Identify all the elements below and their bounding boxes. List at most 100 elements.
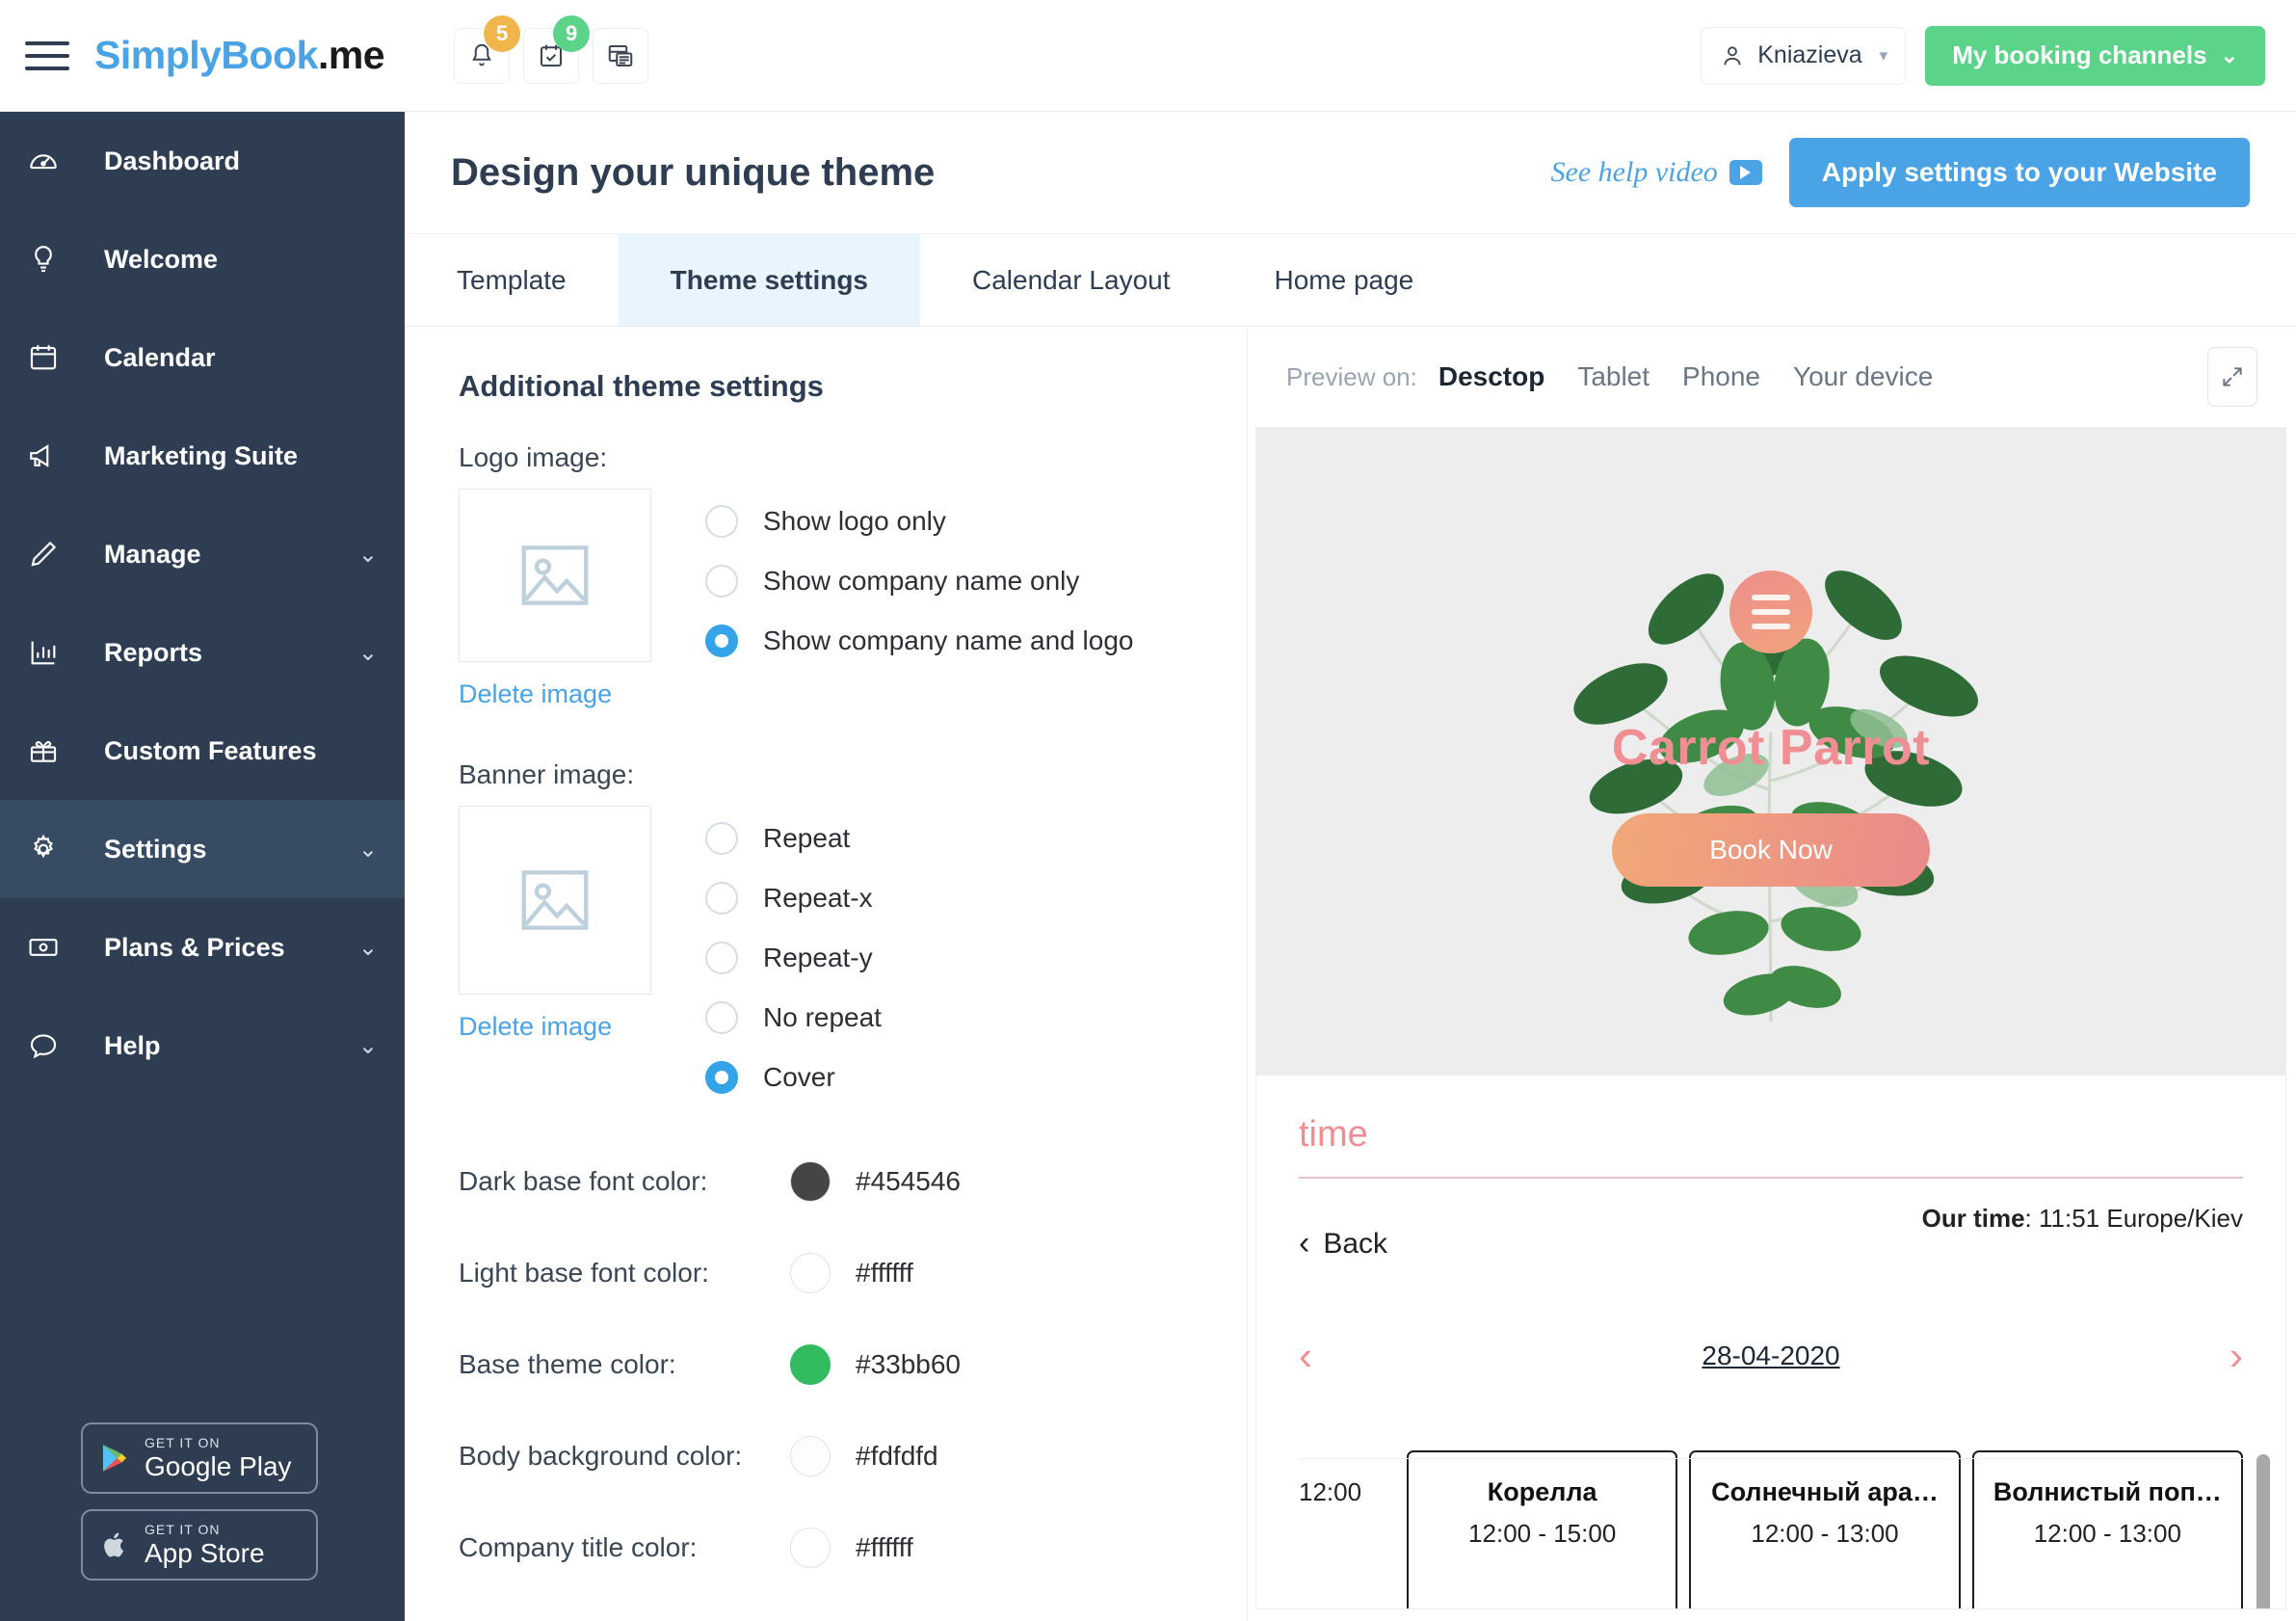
banner-option-repeat[interactable]: Repeat xyxy=(705,813,882,864)
chevron-left-icon: ‹ xyxy=(1299,1225,1310,1262)
preview-panel: Preview on: Desctop Tablet Phone Your de… xyxy=(1248,327,2296,1621)
radio-dot-selected xyxy=(705,624,738,657)
preview-time-column: 12:00 12:15 xyxy=(1299,1437,1407,1609)
see-help-video-link[interactable]: See help video xyxy=(1551,156,1762,189)
sidebar-item-plans-prices[interactable]: Plans & Prices ⌄ xyxy=(0,898,405,997)
banner-option-repeat-y[interactable]: Repeat-y xyxy=(705,933,882,983)
banner-delete-image-link[interactable]: Delete image xyxy=(459,1012,612,1042)
color-swatch[interactable] xyxy=(790,1435,831,1476)
slot-time: 12:00 - 15:00 xyxy=(1468,1519,1617,1548)
color-label: Company title color: xyxy=(459,1531,698,1562)
app-store-badge[interactable]: GET IT ON App Store xyxy=(81,1509,318,1581)
slot-name: Волнистый поп… xyxy=(1993,1477,2222,1506)
sidebar-item-dashboard[interactable]: Dashboard xyxy=(0,112,405,210)
page-header-actions: See help video Apply settings to your We… xyxy=(1551,138,2250,207)
banner-radio-group: Repeat Repeat-x Repeat-y No repeat Cover xyxy=(705,806,882,1103)
bell-icon-button[interactable]: 5 xyxy=(454,14,521,84)
color-swatch[interactable] xyxy=(790,1343,831,1385)
hamburger-icon[interactable] xyxy=(25,37,69,75)
news-icon xyxy=(608,44,633,66)
brand-logo[interactable]: SimplyBook .me xyxy=(94,33,385,78)
date-prev-arrow[interactable]: ‹ xyxy=(1299,1333,1312,1379)
tab-home-page[interactable]: Home page xyxy=(1223,234,1466,326)
sidebar-item-custom-features[interactable]: Custom Features xyxy=(0,702,405,800)
tab-template[interactable]: Template xyxy=(405,234,619,326)
booking-channels-button[interactable]: My booking channels ⌄ xyxy=(1925,25,2265,86)
color-swatch[interactable] xyxy=(790,1252,831,1293)
radio-label: No repeat xyxy=(763,1002,882,1032)
sidebar-item-calendar[interactable]: Calendar xyxy=(0,308,405,407)
expand-preview-button[interactable] xyxy=(2207,347,2257,407)
color-swatch[interactable] xyxy=(790,1527,831,1568)
banner-option-no-repeat[interactable]: No repeat xyxy=(705,993,882,1043)
time-label: 12:15 xyxy=(1299,1608,1407,1609)
sidebar-item-label: Help xyxy=(104,1030,161,1060)
preview-our-time: Our time: 11:51 Europe/Kiev xyxy=(1921,1204,2243,1233)
user-menu-button[interactable]: Kniazieva ▾ xyxy=(1701,26,1907,85)
banner-option-cover[interactable]: Cover xyxy=(705,1052,882,1103)
our-time-value: 11:51 Europe/Kiev xyxy=(2039,1204,2243,1233)
tab-bar: Template Theme settings Calendar Layout … xyxy=(405,234,2296,327)
sidebar-item-label: Plans & Prices xyxy=(104,932,285,962)
preview-scrollbar-thumb[interactable] xyxy=(2256,1454,2270,1608)
sidebar-item-label: Manage xyxy=(104,539,201,569)
sidebar-item-help[interactable]: Help ⌄ xyxy=(0,997,405,1095)
google-play-badge[interactable]: GET IT ON Google Play xyxy=(81,1422,318,1494)
color-swatch[interactable] xyxy=(790,1160,831,1202)
color-label: Body background color: xyxy=(459,1440,743,1471)
logo-option-show-company-name-only[interactable]: Show company name only xyxy=(705,556,1133,606)
radio-label: Show logo only xyxy=(763,506,946,536)
preview-slot-area: 12:00 12:15 Корелла 12:00 - 15:00 Солнеч… xyxy=(1299,1437,2270,1609)
booking-slot-card[interactable]: Волнистый поп… 12:00 - 13:00 xyxy=(1971,1450,2243,1608)
booking-slot-card[interactable]: Корелла 12:00 - 15:00 xyxy=(1407,1450,1678,1608)
preview-menu-button[interactable] xyxy=(1729,571,1812,653)
apply-settings-button[interactable]: Apply settings to your Website xyxy=(1788,138,2250,207)
tab-calendar-layout[interactable]: Calendar Layout xyxy=(920,234,1222,326)
logo-delete-image-link[interactable]: Delete image xyxy=(459,679,612,709)
preview-device-phone[interactable]: Phone xyxy=(1682,361,1760,392)
expand-icon xyxy=(2223,367,2242,386)
sidebar: Dashboard Welcome Calendar Marketing Sui… xyxy=(0,112,405,1621)
date-next-arrow[interactable]: › xyxy=(2230,1333,2243,1379)
slot-time: 12:00 - 13:00 xyxy=(1751,1519,1899,1548)
logo-option-show-company-name-and-logo[interactable]: Show company name and logo xyxy=(705,616,1133,666)
preview-banner: Carrot Parrot Book Now xyxy=(1256,428,2285,1076)
tab-theme-settings[interactable]: Theme settings xyxy=(618,234,921,326)
preview-slot-grid: Корелла 12:00 - 15:00 Солнечный ара… 12:… xyxy=(1407,1437,2243,1608)
logo-image-row: Delete image Show logo only Show company… xyxy=(459,489,1193,709)
preview-back-link[interactable]: ‹ Back xyxy=(1299,1225,1387,1262)
google-play-icon xyxy=(102,1445,127,1472)
radio-dot xyxy=(705,1001,738,1034)
preview-book-now-button[interactable]: Book Now xyxy=(1612,813,1930,887)
gift-icon xyxy=(27,734,77,767)
banner-image-thumbnail[interactable] xyxy=(459,806,651,995)
color-value: #fdfdfd xyxy=(856,1440,938,1471)
logo-option-show-logo-only[interactable]: Show logo only xyxy=(705,496,1133,546)
preview-date-value[interactable]: 28-04-2020 xyxy=(1702,1341,1839,1371)
banner-option-repeat-x[interactable]: Repeat-x xyxy=(705,873,882,923)
color-value: #33bb60 xyxy=(856,1348,962,1379)
sidebar-item-marketing-suite[interactable]: Marketing Suite xyxy=(0,407,405,505)
preview-device-your-device[interactable]: Your device xyxy=(1793,361,1933,392)
booking-slot-card[interactable]: Солнечный ара… 12:00 - 13:00 xyxy=(1689,1450,1961,1608)
sidebar-item-welcome[interactable]: Welcome xyxy=(0,210,405,308)
calendar-check-icon-button[interactable]: 9 xyxy=(523,14,591,84)
preview-toolbar: Preview on: Desctop Tablet Phone Your de… xyxy=(1248,327,2296,427)
color-label: Base theme color: xyxy=(459,1348,676,1379)
sidebar-item-manage[interactable]: Manage ⌄ xyxy=(0,505,405,603)
sidebar-item-reports[interactable]: Reports ⌄ xyxy=(0,603,405,702)
calendar-badge: 9 xyxy=(553,14,591,52)
theme-settings-panel: Additional theme settings Logo image: De… xyxy=(405,327,1248,1621)
color-settings-list: Dark base font color: #454546 Light base… xyxy=(459,1135,1193,1593)
news-icon-button[interactable] xyxy=(593,27,649,84)
sidebar-item-settings[interactable]: Settings ⌄ xyxy=(0,800,405,898)
radio-dot xyxy=(705,822,738,855)
preview-time-row: ‹ Back Our time: 11:51 Europe/Kiev xyxy=(1299,1204,2243,1273)
user-icon xyxy=(1724,45,1741,65)
logo-image-thumbnail[interactable] xyxy=(459,489,651,662)
preview-device-desctop[interactable]: Desctop xyxy=(1438,361,1544,392)
radio-dot xyxy=(705,942,738,974)
preview-on-label: Preview on: xyxy=(1286,361,1417,391)
preview-device-tablet[interactable]: Tablet xyxy=(1577,361,1649,392)
radio-label: Repeat-y xyxy=(763,943,873,972)
